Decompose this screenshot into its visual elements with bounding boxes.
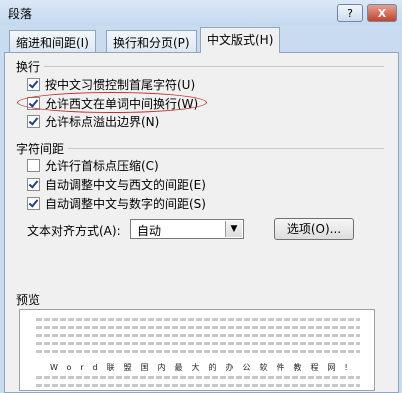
- checkbox[interactable]: [27, 197, 40, 210]
- preview-box: Word联盟国内最大的办公软件教程网!: [19, 309, 375, 391]
- help-button[interactable]: ?: [337, 4, 363, 22]
- preview-line: [36, 342, 360, 345]
- char-spacing-divider: [68, 148, 384, 149]
- option-label: 自动调整中文与西文的间距(E): [45, 178, 206, 192]
- option-label: 按中文习惯控制首尾字符(U): [45, 78, 196, 92]
- tab-indent-spacing[interactable]: 缩进和间距(I): [9, 30, 96, 52]
- tab-line-page-breaks[interactable]: 换行和分页(P): [106, 30, 197, 52]
- text-alignment-label: 文本对齐方式(A):: [27, 224, 121, 238]
- select-value: 自动: [137, 224, 162, 238]
- chevron-down-icon[interactable]: ▼: [225, 221, 242, 237]
- checkbox[interactable]: [27, 115, 40, 128]
- option-control-first-last-chars[interactable]: 按中文习惯控制首尾字符(U): [27, 76, 195, 93]
- option-allow-punctuation-overflow[interactable]: 允许标点溢出边界(N): [27, 113, 159, 130]
- preview-sample-text: Word联盟国内最大的办公软件教程网!: [50, 363, 357, 372]
- options-button[interactable]: 选项(O)...: [274, 218, 354, 240]
- char-spacing-heading: 字符间距: [16, 142, 65, 156]
- preview-heading: 预览: [16, 293, 41, 307]
- window-title: 段落: [8, 7, 33, 21]
- line-break-divider: [44, 66, 384, 67]
- option-auto-space-digits[interactable]: 自动调整中文与数字的间距(S): [27, 195, 206, 212]
- preview-line: [36, 384, 360, 387]
- option-label: 允许标点溢出边界(N): [45, 115, 160, 129]
- preview-line: [36, 376, 360, 379]
- option-label: 自动调整中文与数字的间距(S): [45, 197, 206, 211]
- preview-line: [36, 350, 360, 353]
- line-break-heading: 换行: [16, 60, 41, 74]
- checkbox[interactable]: [27, 159, 40, 172]
- preview-line: [36, 326, 360, 329]
- option-label: 允许行首标点压缩(C): [45, 159, 159, 173]
- checkbox[interactable]: [27, 78, 40, 91]
- preview-line: [36, 318, 360, 321]
- checkbox[interactable]: [27, 178, 40, 191]
- option-compress-leading-punct[interactable]: 允许行首标点压缩(C): [27, 157, 159, 174]
- highlight-ellipse: [17, 92, 207, 113]
- tab-asian-typography[interactable]: 中文版式(H): [200, 27, 281, 53]
- close-button[interactable]: X: [367, 4, 397, 22]
- text-alignment-select[interactable]: 自动 ▼: [130, 219, 244, 239]
- preview-line: [36, 334, 360, 337]
- option-auto-space-latin[interactable]: 自动调整中文与西文的间距(E): [27, 176, 206, 193]
